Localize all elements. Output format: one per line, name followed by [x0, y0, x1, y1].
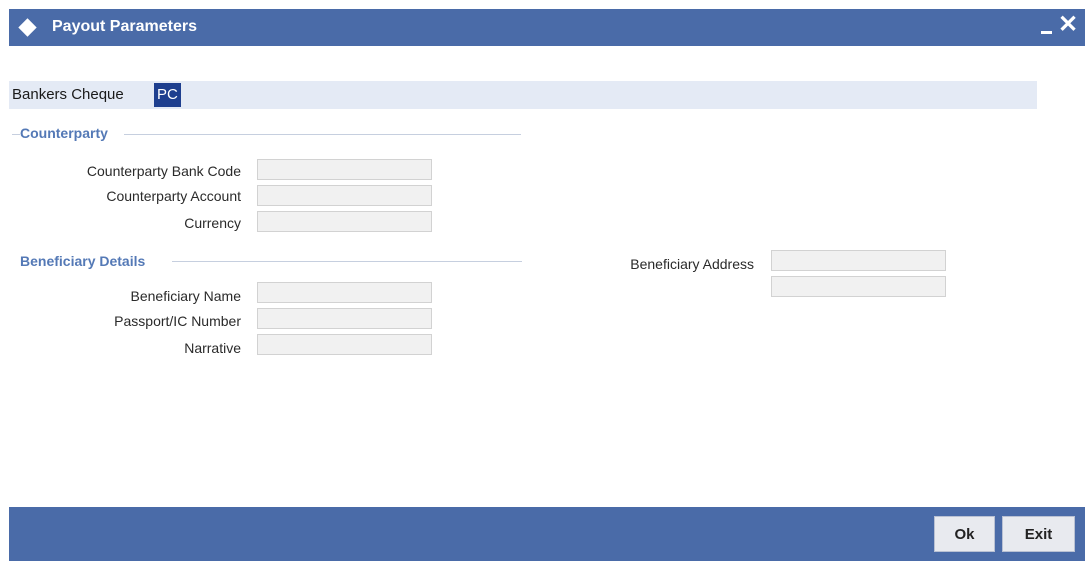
- title-bar: Payout Parameters ✕: [9, 9, 1085, 46]
- counterparty-bank-code-field[interactable]: [257, 159, 432, 180]
- diamond-icon: [18, 18, 37, 37]
- counterparty-heading: Counterparty: [20, 125, 108, 141]
- beneficiary-address-label: Beneficiary Address: [630, 256, 754, 272]
- close-icon[interactable]: ✕: [1058, 11, 1078, 39]
- exit-button[interactable]: Exit: [1002, 516, 1075, 552]
- counterparty-account-field[interactable]: [257, 185, 432, 206]
- window-edge: [0, 0, 9, 561]
- passport-ic-number-label: Passport/IC Number: [114, 313, 241, 329]
- narrative-field[interactable]: [257, 334, 432, 355]
- counterparty-bank-code-label: Counterparty Bank Code: [86, 163, 241, 179]
- counterparty-account-label: Counterparty Account: [106, 188, 241, 204]
- beneficiary-name-label: Beneficiary Name: [130, 288, 242, 304]
- beneficiary-address-line1-field[interactable]: [771, 250, 946, 271]
- payout-parameters-window: Payout Parameters ✕ Bankers Cheque PC Co…: [0, 0, 1085, 561]
- tab-strip: Bankers Cheque PC: [9, 81, 1037, 109]
- currency-field[interactable]: [257, 211, 432, 232]
- ok-button[interactable]: Ok: [934, 516, 995, 552]
- tab-bankers-cheque[interactable]: Bankers Cheque: [9, 83, 127, 107]
- narrative-label: Narrative: [184, 340, 241, 356]
- beneficiary-divider: [172, 261, 522, 262]
- beneficiary-details-heading: Beneficiary Details: [20, 253, 146, 269]
- minimize-icon[interactable]: [1039, 17, 1055, 37]
- beneficiary-address-line2-field[interactable]: [771, 276, 946, 297]
- counterparty-divider: [12, 134, 20, 135]
- tab-pc[interactable]: PC: [154, 83, 181, 107]
- beneficiary-name-field[interactable]: [257, 282, 432, 303]
- passport-ic-number-field[interactable]: [257, 308, 432, 329]
- currency-label: Currency: [184, 215, 241, 231]
- counterparty-divider: [124, 134, 521, 135]
- footer-bar: Ok Exit: [9, 507, 1085, 561]
- dialog-content: Bankers Cheque PC Counterparty Counterpa…: [9, 46, 1085, 507]
- window-title: Payout Parameters: [52, 18, 197, 35]
